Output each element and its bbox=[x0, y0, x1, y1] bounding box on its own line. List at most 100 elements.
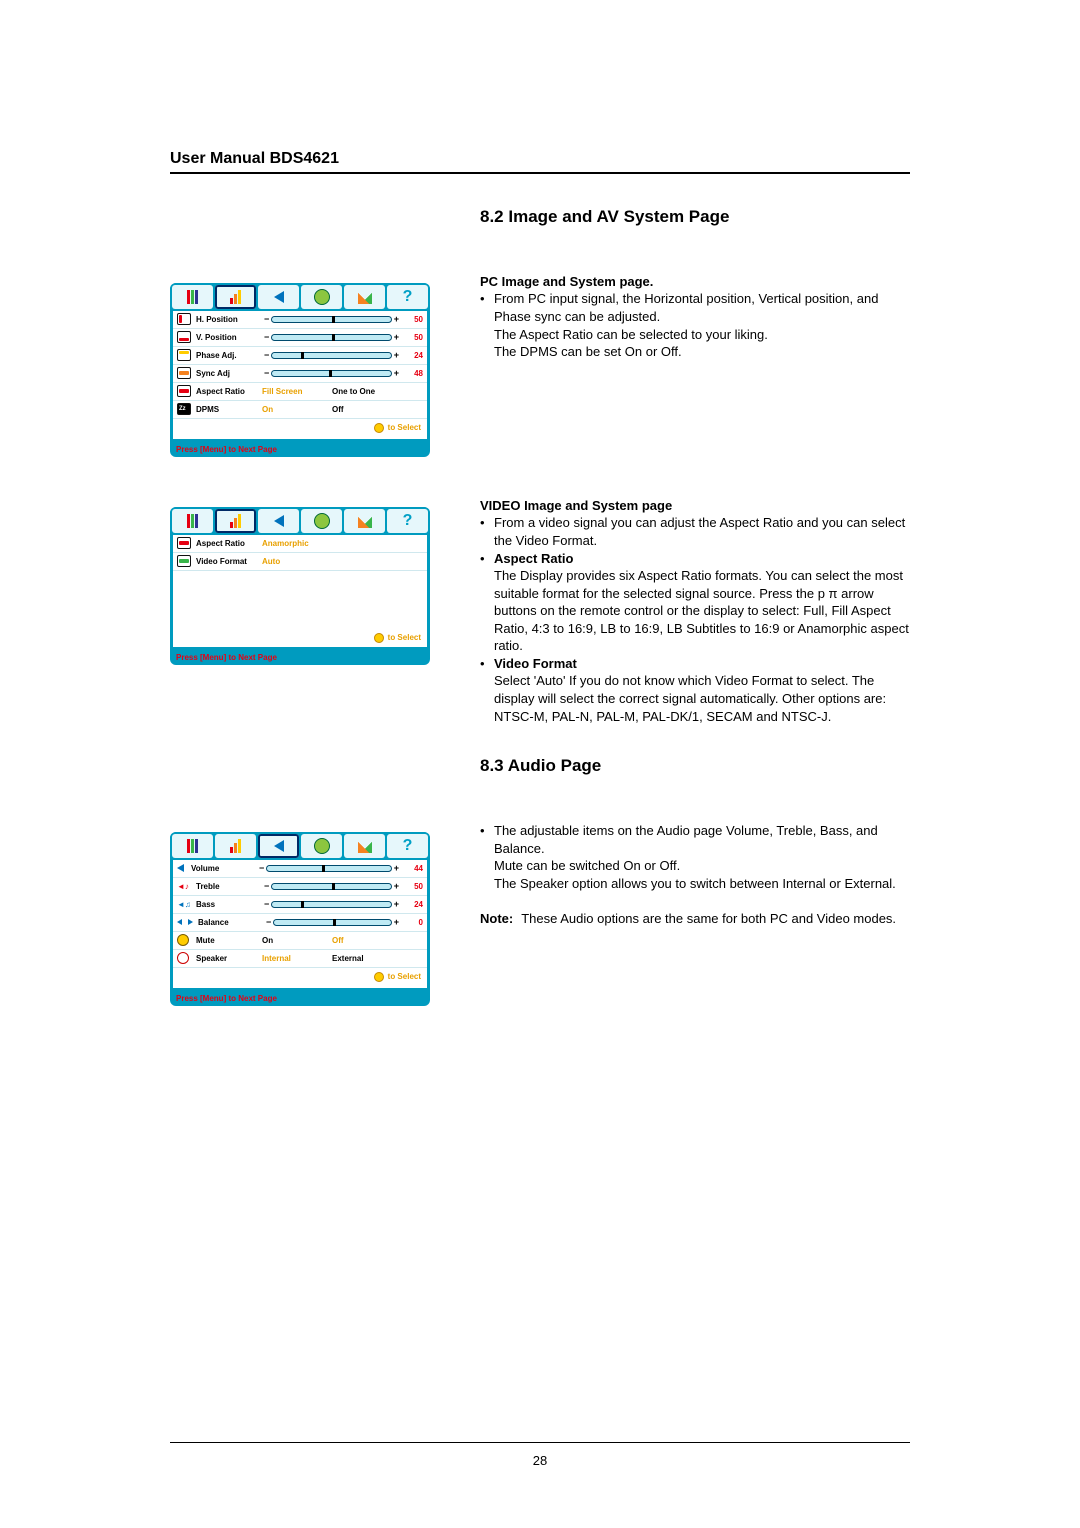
treble-icon: ◄♪ bbox=[177, 882, 191, 891]
video-heading: VIDEO Image and System page bbox=[480, 497, 910, 515]
volume-slider[interactable]: −+ bbox=[257, 863, 401, 873]
row-phase: Phase Adj. −+ 24 bbox=[173, 347, 427, 365]
video-aspect-block: Aspect Ratio The Display provides six As… bbox=[480, 550, 910, 655]
osd-menu-hint: Press [Menu] to Next Page bbox=[170, 442, 430, 457]
mute-icon bbox=[177, 934, 189, 946]
tab-help-icon: ? bbox=[387, 834, 428, 858]
vpos-label: V. Position bbox=[196, 333, 262, 342]
vf-sublabel: Video Format bbox=[494, 656, 577, 671]
row-treble: ◄♪ Treble −+ 50 bbox=[173, 878, 427, 896]
section-8-3: 8.3 Audio Page bbox=[170, 755, 910, 792]
opt-onetoone[interactable]: One to One bbox=[332, 387, 402, 396]
treble-slider[interactable]: −+ bbox=[262, 881, 401, 891]
video-image-block: ? Aspect Ratio Anamorphic Video Format bbox=[170, 497, 910, 725]
select-dot-icon bbox=[374, 972, 384, 982]
phase-value: 24 bbox=[405, 351, 423, 360]
osd-tabbar-2: ? bbox=[170, 507, 430, 535]
opt-mute-on[interactable]: On bbox=[262, 936, 332, 945]
osd-footer-3: to Select bbox=[173, 968, 427, 986]
opt-dpms-on[interactable]: On bbox=[262, 405, 332, 414]
hpos-label: H. Position bbox=[196, 315, 262, 324]
aspect-options[interactable]: Fill Screen One to One bbox=[262, 387, 423, 396]
tab-tools-icon bbox=[344, 285, 385, 309]
osd-tabbar-3: ? bbox=[170, 832, 430, 860]
tab-image-icon bbox=[215, 834, 256, 858]
hpos-slider[interactable]: −+ bbox=[262, 314, 401, 324]
row-balance: Balance −+ 0 bbox=[173, 914, 427, 932]
audio-note: Note: These Audio options are the same f… bbox=[480, 910, 910, 928]
section-title-8-2: 8.2 Image and AV System Page bbox=[480, 206, 910, 229]
speaker-options[interactable]: Internal External bbox=[262, 954, 423, 963]
phase-label: Phase Adj. bbox=[196, 351, 262, 360]
aspect-label-2: Aspect Ratio bbox=[196, 539, 262, 548]
select-label-2: to Select bbox=[388, 633, 421, 642]
note-label: Note: bbox=[480, 910, 513, 928]
balance-icon bbox=[177, 919, 193, 925]
tab-audio-icon bbox=[258, 285, 299, 309]
aspect-value-2[interactable]: Anamorphic bbox=[262, 539, 423, 548]
speaker-label: Speaker bbox=[196, 954, 262, 963]
osd-body: H. Position −+ 50 V. Position −+ 50 Phas… bbox=[173, 311, 427, 439]
opt-dpms-off[interactable]: Off bbox=[332, 405, 402, 414]
pc-heading: PC Image and System page. bbox=[480, 273, 910, 291]
mute-label: Mute bbox=[196, 936, 262, 945]
opt-external[interactable]: External bbox=[332, 954, 402, 963]
aspect-icon bbox=[177, 385, 191, 397]
volume-label: Volume bbox=[191, 864, 257, 873]
tab-tools-icon bbox=[344, 509, 385, 533]
row-bass: ◄♫ Bass −+ 24 bbox=[173, 896, 427, 914]
tab-tools-icon bbox=[344, 834, 385, 858]
row-aspect-ratio-2: Aspect Ratio Anamorphic bbox=[173, 535, 427, 553]
row-sync: Sync Adj −+ 48 bbox=[173, 365, 427, 383]
row-h-position: H. Position −+ 50 bbox=[173, 311, 427, 329]
phase-slider[interactable]: −+ bbox=[262, 350, 401, 360]
row-volume: Volume −+ 44 bbox=[173, 860, 427, 878]
video-format-block: Video Format Select 'Auto' If you do not… bbox=[480, 655, 910, 725]
osd-video-image: ? Aspect Ratio Anamorphic Video Format bbox=[170, 507, 430, 665]
hpos-value: 50 bbox=[405, 315, 423, 324]
tab-audio-icon bbox=[258, 834, 299, 858]
vf-body: Select 'Auto' If you do not know which V… bbox=[494, 673, 886, 723]
video-bullet1: From a video signal you can adjust the A… bbox=[480, 514, 910, 549]
bass-label: Bass bbox=[196, 900, 262, 909]
tab-picture-icon bbox=[172, 834, 213, 858]
mute-options[interactable]: On Off bbox=[262, 936, 423, 945]
vpos-slider[interactable]: −+ bbox=[262, 332, 401, 342]
treble-value: 50 bbox=[405, 882, 423, 891]
osd-audio: ? Volume −+ 44 ◄♪ Treble −+ 50 bbox=[170, 832, 430, 1006]
sync-value: 48 bbox=[405, 369, 423, 378]
volume-icon bbox=[177, 864, 184, 872]
vpos-value: 50 bbox=[405, 333, 423, 342]
opt-internal[interactable]: Internal bbox=[262, 954, 332, 963]
note-text: These Audio options are the same for bot… bbox=[521, 910, 896, 928]
dpms-options[interactable]: On Off bbox=[262, 405, 423, 414]
tab-language-icon bbox=[301, 285, 342, 309]
osd-menu-hint-3: Press [Menu] to Next Page bbox=[170, 991, 430, 1006]
balance-label: Balance bbox=[198, 918, 264, 927]
row-speaker: Speaker Internal External bbox=[173, 950, 427, 968]
tab-help-icon: ? bbox=[387, 285, 428, 309]
balance-slider[interactable]: −+ bbox=[264, 917, 401, 927]
osd-footer-2: to Select bbox=[173, 629, 427, 647]
row-dpms: Zz DPMS On Off bbox=[173, 401, 427, 419]
opt-fillscreen[interactable]: Fill Screen bbox=[262, 387, 332, 396]
osd-body-3: Volume −+ 44 ◄♪ Treble −+ 50 ◄♫ Bass −+ bbox=[173, 860, 427, 988]
pc-bullet: From PC input signal, the Horizontal pos… bbox=[480, 290, 910, 360]
select-dot-icon bbox=[374, 423, 384, 433]
sync-slider[interactable]: −+ bbox=[262, 368, 401, 378]
sync-label: Sync Adj bbox=[196, 369, 262, 378]
ar-body: The Display provides six Aspect Ratio fo… bbox=[494, 568, 909, 653]
select-label-3: to Select bbox=[388, 972, 421, 981]
opt-mute-off[interactable]: Off bbox=[332, 936, 402, 945]
tab-language-icon bbox=[301, 509, 342, 533]
bass-slider[interactable]: −+ bbox=[262, 899, 401, 909]
aspect-label: Aspect Ratio bbox=[196, 387, 262, 396]
bass-value: 24 bbox=[405, 900, 423, 909]
vformat-value[interactable]: Auto bbox=[262, 557, 423, 566]
tab-picture-icon bbox=[172, 509, 213, 533]
vformat-auto: Auto bbox=[262, 557, 332, 566]
speaker-icon bbox=[177, 952, 189, 964]
phase-icon bbox=[177, 349, 191, 361]
page-header: User Manual BDS4621 bbox=[170, 150, 910, 174]
dpms-icon: Zz bbox=[177, 403, 191, 415]
